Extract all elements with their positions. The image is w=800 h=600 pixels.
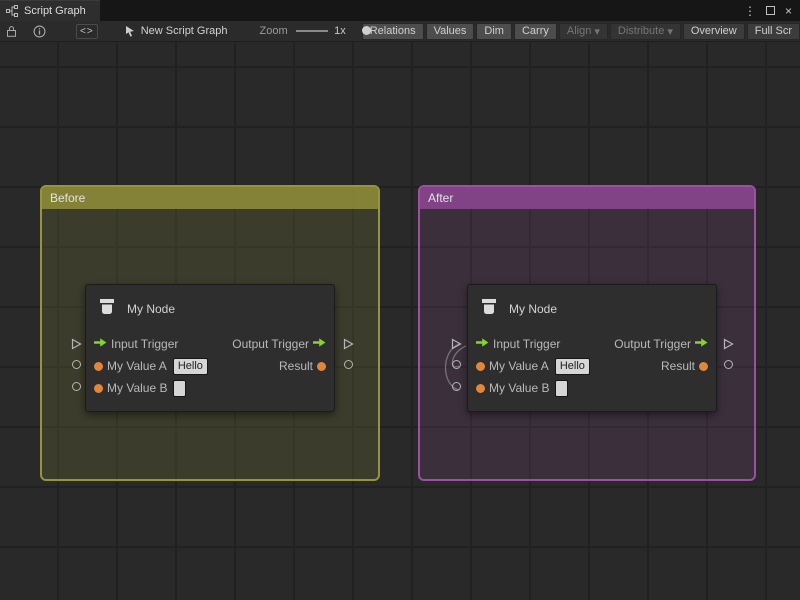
node-row-triggers: Input Trigger Output Trigger [86,333,334,355]
outer-input-trigger-port-icon[interactable] [71,337,82,355]
zoom-slider-knob[interactable] [362,26,371,35]
zoom-slider[interactable] [296,25,328,37]
value-a-port-icon[interactable] [476,362,485,371]
input-trigger-port-icon[interactable] [94,337,107,351]
graph-toolbar: <> New Script Graph Zoom 1x Relations Va… [0,21,800,42]
result-port-icon[interactable] [317,362,326,371]
outer-input-trigger-port-icon[interactable] [451,337,462,355]
relations-button[interactable]: Relations [362,23,424,40]
distribute-label: Distribute [618,25,664,37]
tab-title: Script Graph [24,5,86,17]
value-a-input[interactable]: Hello [555,358,590,375]
node-row-value-b: My Value B [86,377,334,399]
align-label: Align [567,25,591,37]
output-trigger-port-icon[interactable] [695,337,708,351]
close-icon[interactable]: × [785,5,792,17]
group-before[interactable]: Before My Node Input Trigger Output Trig… [40,185,380,481]
node-icon [96,296,118,323]
graph-pointer-icon [124,25,136,37]
outer-output-trigger-port-icon[interactable] [343,337,354,355]
group-before-header[interactable]: Before [42,187,378,209]
script-graph-window: Script Graph ⋮ × <> New Script Graph Zoo… [0,0,800,600]
node-row-value-a: My Value A Hello Result [86,355,334,377]
input-trigger-port-icon[interactable] [476,337,489,351]
group-after-header[interactable]: After [420,187,754,209]
value-b-port-icon[interactable] [94,384,103,393]
node-my-node-after[interactable]: My Node Input Trigger Output Trigger My … [467,284,717,412]
outer-value-a-port-icon[interactable] [72,360,81,369]
node-row-value-a: My Value A Hello Result [468,355,716,377]
value-a-label: My Value A [107,359,167,373]
result-label: Result [279,359,313,373]
input-trigger-label: Input Trigger [493,337,560,351]
dim-button[interactable]: Dim [476,23,512,40]
node-icon [478,296,500,323]
value-b-port-icon[interactable] [476,384,485,393]
maximize-icon[interactable] [766,6,775,15]
value-b-label: My Value B [107,381,167,395]
value-b-input[interactable] [173,380,186,397]
graph-name-label[interactable]: New Script Graph [141,25,228,37]
node-row-triggers: Input Trigger Output Trigger [468,333,716,355]
chevron-down-icon: ▾ [594,25,600,38]
script-graph-icon [6,5,18,17]
info-icon[interactable] [33,25,46,38]
node-title: My Node [509,302,557,316]
value-b-input[interactable] [555,380,568,397]
node-header: My Node [468,285,716,333]
overview-button[interactable]: Overview [683,23,745,40]
input-trigger-label: Input Trigger [111,337,178,351]
node-header: My Node [86,285,334,333]
node-my-node-before[interactable]: My Node Input Trigger Output Trigger My … [85,284,335,412]
output-trigger-label: Output Trigger [232,337,309,351]
value-a-port-icon[interactable] [94,362,103,371]
outer-output-trigger-port-icon[interactable] [723,337,734,355]
outer-result-port-icon[interactable] [344,360,353,369]
window-controls: ⋮ × [744,0,800,21]
outer-value-a-port-icon[interactable] [452,360,461,369]
code-icon[interactable]: <> [76,24,98,39]
outer-result-port-icon[interactable] [724,360,733,369]
tab-script-graph[interactable]: Script Graph [0,0,100,21]
zoom-value: 1x [334,25,346,37]
outer-value-b-port-icon[interactable] [72,382,81,391]
zoom-slider-track [296,30,328,32]
output-trigger-label: Output Trigger [614,337,691,351]
value-a-input[interactable]: Hello [173,358,208,375]
lock-icon[interactable] [6,25,17,38]
node-title: My Node [127,302,175,316]
graph-canvas[interactable]: Before My Node Input Trigger Output Trig… [0,42,800,600]
fullscreen-button[interactable]: Full Scr [747,23,800,40]
align-button[interactable]: Align ▾ [559,23,608,40]
tab-bar: Script Graph ⋮ × [0,0,800,21]
carry-button[interactable]: Carry [514,23,557,40]
value-a-label: My Value A [489,359,549,373]
value-b-label: My Value B [489,381,549,395]
result-label: Result [661,359,695,373]
outer-value-b-port-icon[interactable] [452,382,461,391]
chevron-down-icon: ▾ [667,25,673,38]
distribute-button[interactable]: Distribute ▾ [610,23,681,40]
more-menu-icon[interactable]: ⋮ [744,5,756,17]
values-button[interactable]: Values [426,23,475,40]
node-row-value-b: My Value B [468,377,716,399]
group-after[interactable]: After My Node Input Trigger Output Trigg… [418,185,756,481]
output-trigger-port-icon[interactable] [313,337,326,351]
zoom-label: Zoom [260,25,288,37]
result-port-icon[interactable] [699,362,708,371]
